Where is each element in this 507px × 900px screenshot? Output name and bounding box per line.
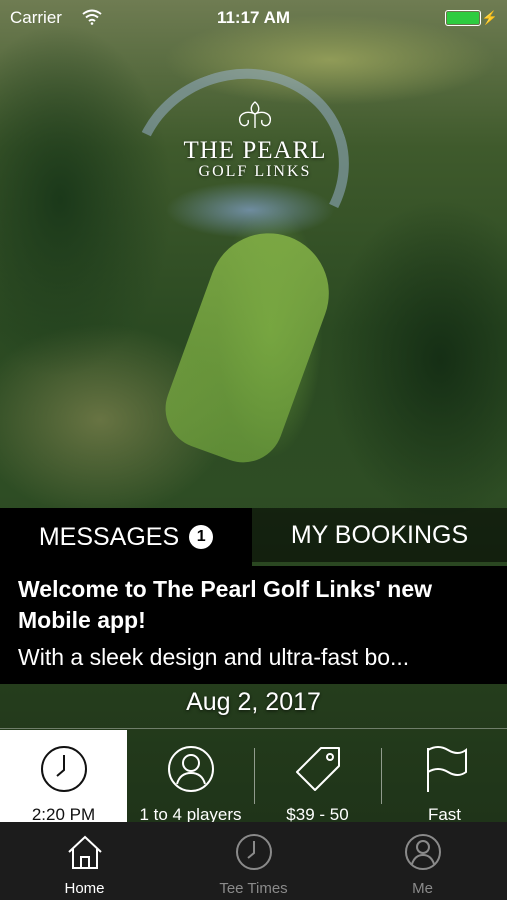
status-bar: Carrier 11:17 AM ⚡ [0,0,507,36]
tab-bar-home-label: Home [64,880,105,897]
tab-bar-me-label: Me [412,880,433,897]
message-tabs: MESSAGES 1 MY BOOKINGS [0,508,507,566]
clock-icon [40,746,87,792]
price-tag-icon [295,747,340,791]
tab-messages-label: MESSAGES [38,522,180,551]
user-icon [167,746,214,792]
unread-badge: 1 [189,525,214,549]
club-logo: THE PEARL GOLF LINKS [170,98,340,181]
tab-bar-home[interactable]: Home [0,822,169,900]
battery-level [447,12,479,24]
filter-time[interactable]: 2:20 PM [0,730,127,824]
clock-icon [235,834,272,870]
tab-bar-tee-times[interactable]: Tee Times [169,822,338,900]
home-icon [67,835,102,869]
message-preview: With a sleek design and ultra-fast bo... [18,644,410,670]
message-title: Welcome to The Pearl Golf Links' new Mob… [18,576,433,633]
tee-time-filters: 2:20 PM 1 to 4 players $39 - 50 Fast [0,730,507,824]
logo-subtitle: GOLF LINKS [198,163,312,180]
divider [0,728,507,729]
charging-icon: ⚡ [481,10,498,25]
status-time: 11:17 AM [216,8,291,27]
logo-title: THE PEARL [183,137,327,164]
tab-my-bookings[interactable]: MY BOOKINGS [252,508,507,562]
flag-icon [426,746,467,792]
filter-players[interactable]: 1 to 4 players [127,730,254,824]
tab-messages[interactable]: MESSAGES 1 [0,508,252,566]
filter-pace[interactable]: Fast [381,730,507,824]
logo-crest-icon [239,101,271,128]
battery-icon [445,10,481,26]
bottom-tab-bar: Home Tee Times Me [0,822,507,900]
tab-bar-tee-times-label: Tee Times [219,880,288,897]
tab-my-bookings-label: MY BOOKINGS [290,520,469,549]
message-card[interactable]: Welcome to The Pearl Golf Links' new Mob… [0,566,507,684]
user-icon [404,834,441,870]
filter-price[interactable]: $39 - 50 [254,730,381,824]
tab-bar-me[interactable]: Me [338,822,507,900]
message-date: Aug 2, 2017 [186,688,321,716]
